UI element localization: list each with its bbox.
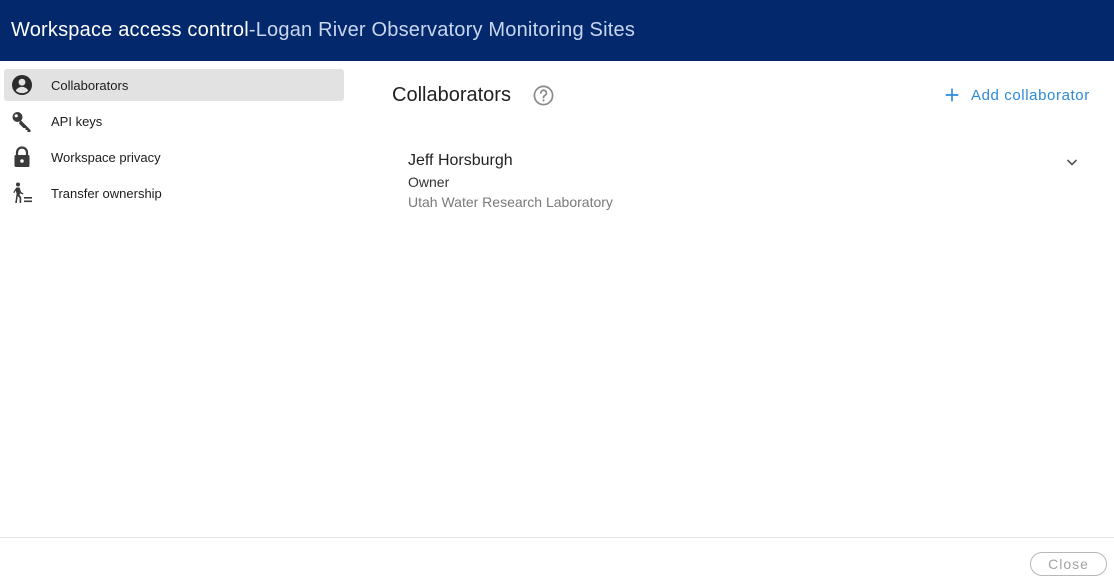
add-collaborator-label: Add collaborator (971, 86, 1090, 104)
workspace-name: Logan River Observatory Monitoring Sites (255, 19, 636, 41)
sidebar-item-transfer-ownership[interactable]: Transfer ownership (4, 177, 344, 209)
lock-icon (10, 145, 34, 169)
add-collaborator-button[interactable]: Add collaborator (941, 83, 1090, 107)
footer-divider (0, 537, 1114, 538)
chevron-down-icon[interactable] (1064, 154, 1080, 170)
collaborator-row[interactable]: Jeff Horsburgh Owner Utah Water Research… (392, 144, 1096, 216)
sidebar-item-collaborators[interactable]: Collaborators (4, 69, 344, 101)
collaborator-organization: Utah Water Research Laboratory (408, 194, 613, 210)
sidebar-item-label: Collaborators (51, 77, 129, 93)
sidebar-item-label: Workspace privacy (51, 149, 161, 165)
close-button[interactable]: Close (1030, 552, 1107, 576)
collaborator-role: Owner (408, 174, 450, 190)
sidebar-item-workspace-privacy[interactable]: Workspace privacy (4, 141, 344, 173)
collaborator-name: Jeff Horsburgh (408, 152, 513, 169)
dialog-title: Workspace access control (11, 19, 249, 41)
account-circle-icon (10, 73, 34, 97)
page-title: Collaborators (392, 84, 511, 106)
plus-icon (941, 84, 963, 106)
sidebar-item-api-keys[interactable]: API keys (4, 105, 344, 137)
help-circle-icon[interactable] (532, 84, 555, 107)
key-icon (10, 109, 34, 133)
title-separator: - (248, 19, 256, 41)
sidebar-item-label: Transfer ownership (51, 185, 162, 201)
dialog-header: Workspace access control - Logan River O… (0, 0, 1114, 61)
transfer-person-icon (10, 181, 34, 205)
sidebar-item-label: API keys (51, 113, 103, 129)
